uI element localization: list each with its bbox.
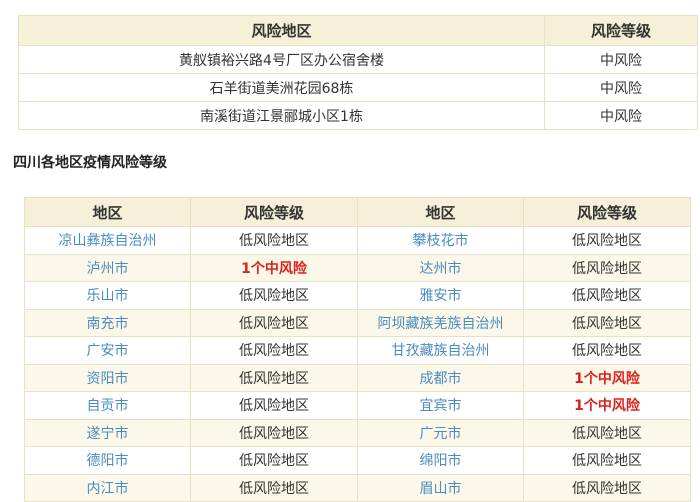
risk-level-cell: 低风险地区 (523, 336, 691, 365)
risk-level-cell: 低风险地区 (190, 473, 358, 502)
risk-level-cell: 低风险地区 (523, 418, 691, 447)
region-link[interactable]: 雅安市 (357, 281, 524, 310)
table-row: 资阳市 低风险地区 成都市 1个中风险 (24, 363, 691, 392)
region-link[interactable]: 广元市 (357, 418, 524, 447)
risk-level-cell: 低风险地区 (523, 473, 691, 502)
table-header-row: 地区 风险等级 地区 风险等级 (24, 197, 691, 227)
table-row: 南溪街道江景郦城小区1栋 中风险 (18, 101, 698, 130)
column-header-area: 风险地区 (18, 15, 545, 46)
table-row: 黄舣镇裕兴路4号厂区办公宿舍楼 中风险 (18, 45, 698, 74)
section-heading: 四川各地区疫情风险等级 (13, 155, 167, 171)
table-row: 凉山彝族自治州 低风险地区 攀枝花市 低风险地区 (24, 226, 691, 255)
risk-level-cell: 低风险地区 (190, 281, 358, 310)
table-row: 内江市 低风险地区 眉山市 低风险地区 (24, 473, 691, 502)
risk-area-cell: 南溪街道江景郦城小区1栋 (18, 101, 545, 130)
region-link[interactable]: 阿坝藏族羌族自治州 (357, 308, 524, 337)
risk-level-cell: 低风险地区 (190, 418, 358, 447)
table-row: 德阳市 低风险地区 绵阳市 低风险地区 (24, 446, 691, 475)
risk-level-cell: 低风险地区 (190, 308, 358, 337)
table-row: 遂宁市 低风险地区 广元市 低风险地区 (24, 418, 691, 447)
table-row: 南充市 低风险地区 阿坝藏族羌族自治州 低风险地区 (24, 308, 691, 337)
risk-level-cell: 低风险地区 (190, 391, 358, 420)
risk-area-cell: 石羊街道美洲花园68栋 (18, 73, 545, 102)
risk-areas-table: 风险地区 风险等级 黄舣镇裕兴路4号厂区办公宿舍楼 中风险 石羊街道美洲花园68… (18, 15, 698, 130)
region-link[interactable]: 甘孜藏族自治州 (357, 336, 524, 365)
risk-level-cell: 低风险地区 (523, 281, 691, 310)
region-link[interactable]: 凉山彝族自治州 (24, 226, 191, 255)
column-header-level: 风险等级 (523, 197, 691, 227)
risk-level-cell: 低风险地区 (190, 446, 358, 475)
region-link[interactable]: 宜宾市 (357, 391, 524, 420)
region-link[interactable]: 乐山市 (24, 281, 191, 310)
risk-level-cell: 低风险地区 (190, 226, 358, 255)
region-link[interactable]: 眉山市 (357, 473, 524, 502)
risk-level-cell: 低风险地区 (523, 446, 691, 475)
risk-area-cell: 黄舣镇裕兴路4号厂区办公宿舍楼 (18, 45, 545, 74)
region-link[interactable]: 泸州市 (24, 253, 191, 282)
risk-level-cell: 低风险地区 (523, 253, 691, 282)
risk-level-cell: 低风险地区 (190, 336, 358, 365)
table-row: 泸州市 1个中风险 达州市 低风险地区 (24, 253, 691, 282)
region-link[interactable]: 自贡市 (24, 391, 191, 420)
risk-level-cell: 低风险地区 (190, 363, 358, 392)
risk-level-cell: 低风险地区 (523, 226, 691, 255)
medium-risk-level-cell: 1个中风险 (523, 363, 691, 392)
region-link[interactable]: 广安市 (24, 336, 191, 365)
sichuan-risk-table: 地区 风险等级 地区 风险等级 凉山彝族自治州 低风险地区 攀枝花市 低风险地区 泸州市… (24, 197, 691, 502)
table-row: 自贡市 低风险地区 宜宾市 1个中风险 (24, 391, 691, 420)
medium-risk-level-cell: 1个中风险 (190, 253, 358, 282)
region-link[interactable]: 达州市 (357, 253, 524, 282)
column-header-region: 地区 (24, 197, 191, 227)
table-header-row: 风险地区 风险等级 (18, 15, 698, 46)
table-row: 乐山市 低风险地区 雅安市 低风险地区 (24, 281, 691, 310)
region-link[interactable]: 遂宁市 (24, 418, 191, 447)
table-row: 石羊街道美洲花园68栋 中风险 (18, 73, 698, 102)
column-header-level: 风险等级 (544, 15, 698, 46)
region-link[interactable]: 绵阳市 (357, 446, 524, 475)
risk-level-cell: 中风险 (544, 73, 698, 102)
region-link[interactable]: 南充市 (24, 308, 191, 337)
table-row: 广安市 低风险地区 甘孜藏族自治州 低风险地区 (24, 336, 691, 365)
risk-level-cell: 低风险地区 (523, 308, 691, 337)
medium-risk-level-cell: 1个中风险 (523, 391, 691, 420)
column-header-region: 地区 (357, 197, 524, 227)
region-link[interactable]: 德阳市 (24, 446, 191, 475)
region-link[interactable]: 成都市 (357, 363, 524, 392)
risk-level-cell: 中风险 (544, 45, 698, 74)
region-link[interactable]: 资阳市 (24, 363, 191, 392)
column-header-level: 风险等级 (190, 197, 358, 227)
region-link[interactable]: 内江市 (24, 473, 191, 502)
risk-level-cell: 中风险 (544, 101, 698, 130)
region-link[interactable]: 攀枝花市 (357, 226, 524, 255)
